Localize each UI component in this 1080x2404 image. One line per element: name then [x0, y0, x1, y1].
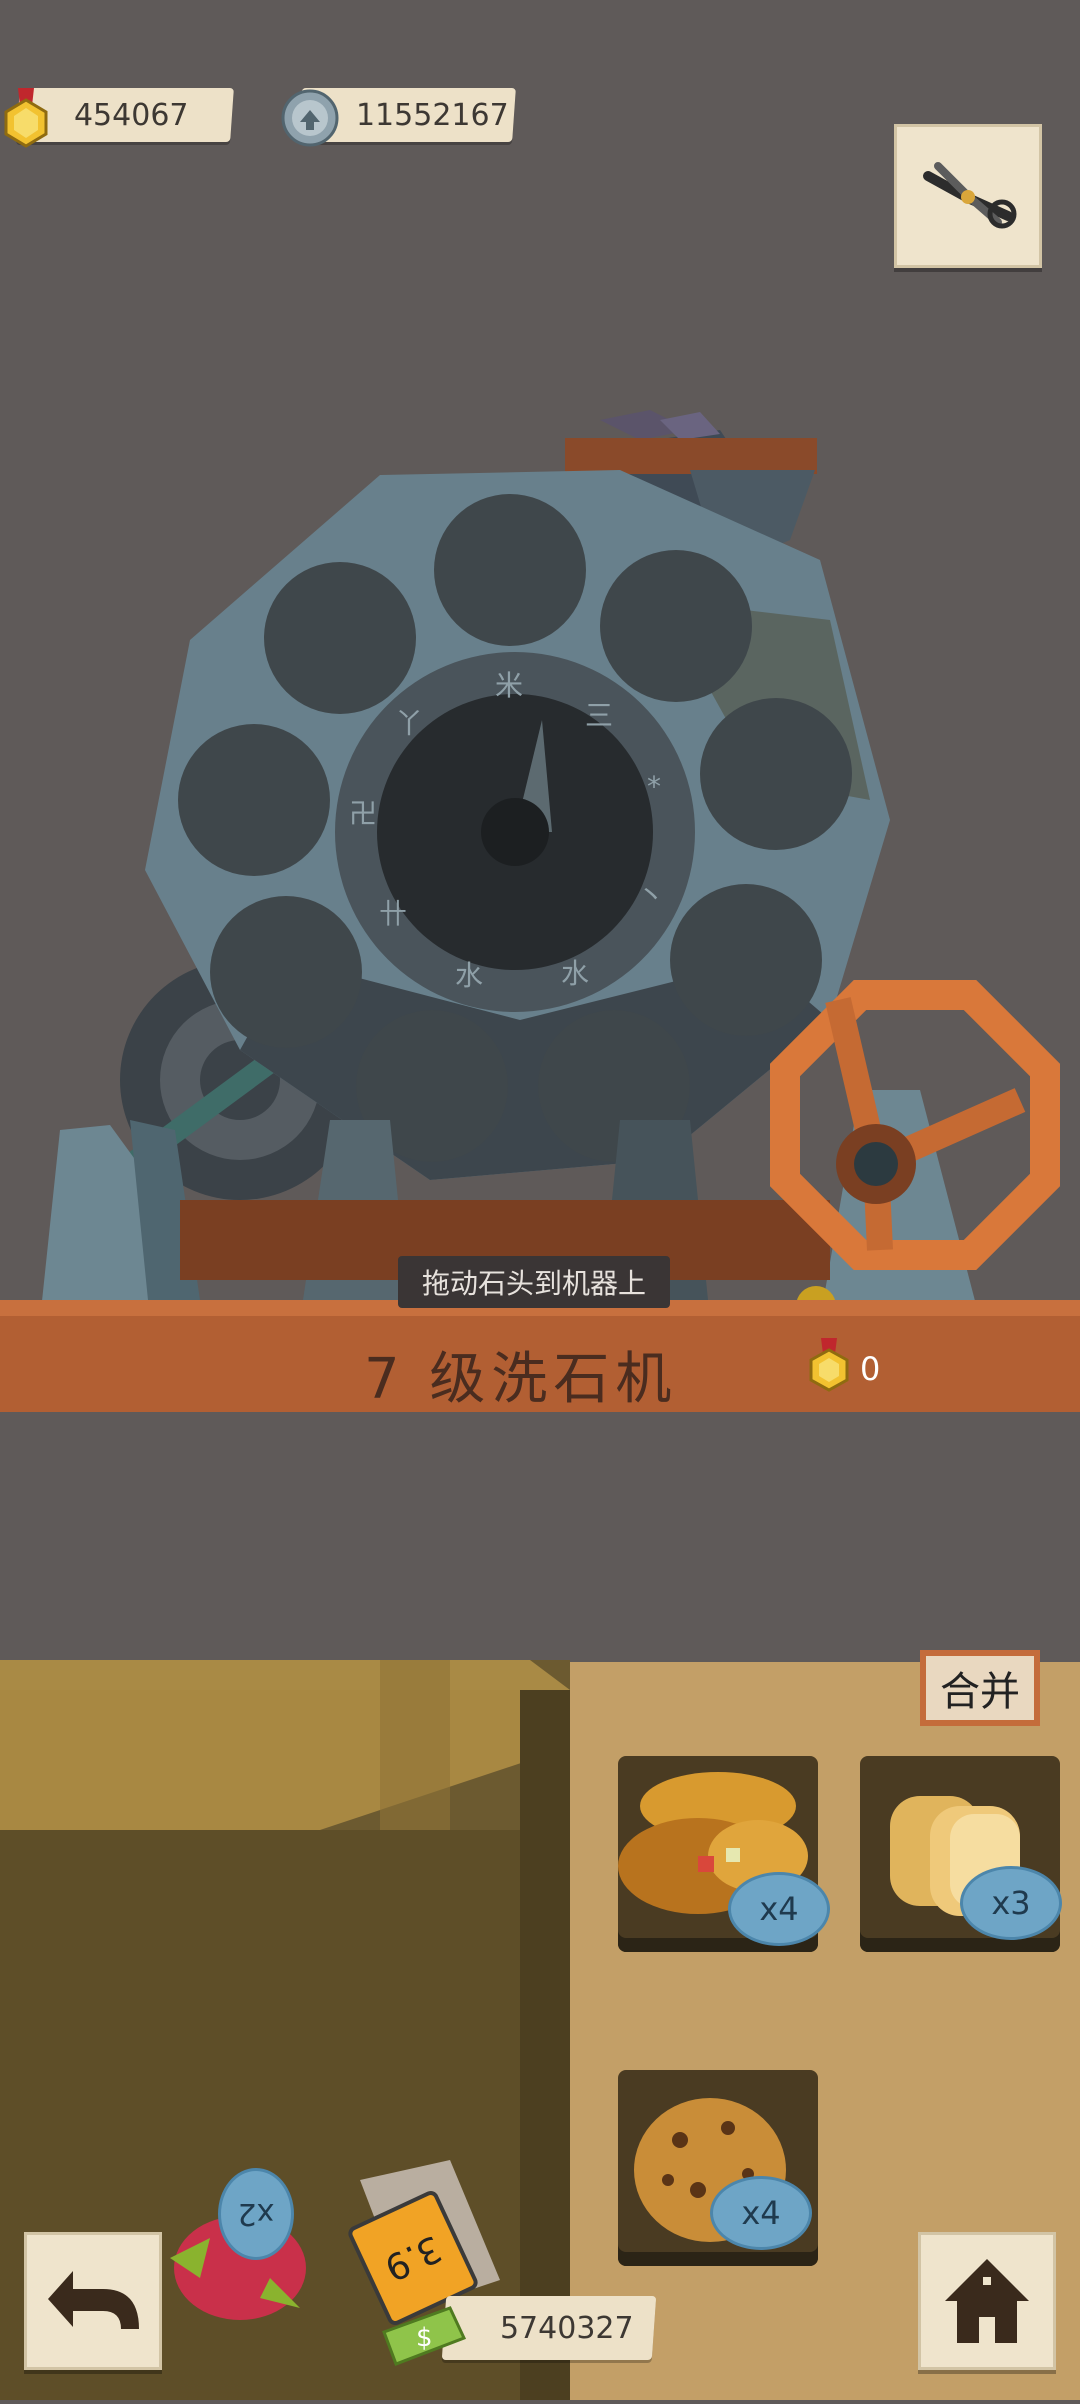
return-arrow-icon [48, 2271, 139, 2329]
money-counter: 5740327 [441, 2296, 657, 2360]
dial-char: 米 [495, 669, 524, 702]
drag-hint: 拖动石头到机器上 [398, 1256, 671, 1308]
dragonfruit-item[interactable]: x2 [150, 2168, 320, 2328]
dial-char: * [647, 770, 661, 803]
gear-count: 11552167 [356, 97, 509, 133]
machine-title: 7 级洗石机 [364, 1347, 678, 1412]
pliers-icon [923, 162, 1017, 229]
item-slot-pastries[interactable]: x4 [618, 1756, 830, 1952]
count-badge: x4 [710, 2176, 812, 2250]
gear-coin-icon [280, 88, 340, 148]
count-badge: x2 [218, 2168, 294, 2260]
dial-char: 卍 [349, 797, 378, 830]
count-badge: x3 [960, 1866, 1062, 1940]
item-slot-cookie[interactable]: x4 [618, 2070, 818, 2266]
item-slot-bread[interactable]: x3 [860, 1756, 1062, 1952]
merge-button[interactable]: 合并 [920, 1650, 1040, 1726]
stone-washer-machine[interactable]: 米 三 * 丶 水 水 卄 卍 丫 [0, 400, 1080, 1330]
dial-char: 三 [585, 699, 614, 732]
medal-count: 454067 [74, 97, 189, 133]
dial-char: 卄 [379, 897, 408, 930]
dial-char: 水 [455, 959, 484, 992]
house-icon [945, 2259, 1029, 2343]
medal-reward-icon [806, 1338, 852, 1398]
back-button[interactable] [24, 2232, 162, 2370]
dial-char: 丶 [637, 879, 666, 912]
tools-button[interactable] [894, 124, 1042, 268]
svg-text:$: $ [416, 2323, 433, 2353]
home-button[interactable] [918, 2232, 1056, 2370]
money-count: 5740327 [500, 2310, 634, 2346]
count-badge: x4 [728, 1872, 830, 1946]
dial-char: 丫 [395, 707, 424, 740]
cash-icon: $ [378, 2302, 468, 2368]
dial-ring: 米 三 * 丶 水 水 卄 卍 丫 [335, 652, 695, 1012]
reward-count: 0 [860, 1350, 881, 1388]
medal-icon [0, 86, 52, 148]
dial-char: 水 [561, 957, 590, 990]
